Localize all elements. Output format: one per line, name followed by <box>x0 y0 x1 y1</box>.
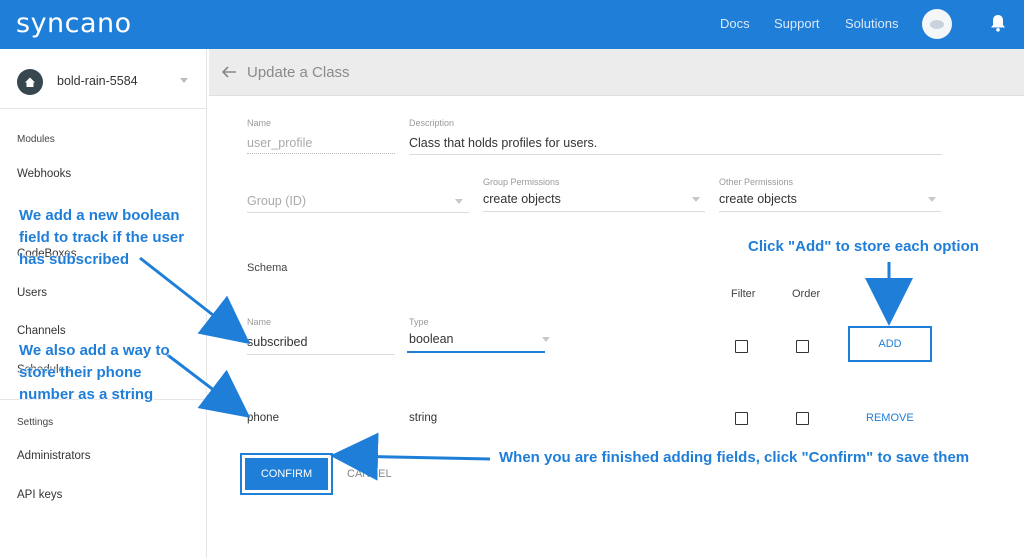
syncano-logo[interactable]: syncano <box>16 8 132 39</box>
new-field-type-underline <box>407 351 545 353</box>
sidebar-divider <box>0 108 207 109</box>
new-field-order-checkbox[interactable] <box>796 340 809 353</box>
group-permissions-dropdown-icon[interactable] <box>692 197 700 202</box>
new-field-name-label: Name <box>247 317 272 327</box>
other-permissions-label: Other Permissions <box>719 177 794 187</box>
annotation-confirm: When you are finished adding fields, cli… <box>499 449 970 466</box>
content-header: Update a Class <box>209 49 1024 96</box>
sidebar-item-api-keys[interactable]: API keys <box>17 489 62 501</box>
confirm-button[interactable]: CONFIRM <box>245 458 328 490</box>
home-icon[interactable] <box>17 69 43 95</box>
page-title: Update a Class <box>247 64 350 81</box>
add-field-button[interactable]: ADD <box>848 326 932 362</box>
top-bar: syncano Docs Support Solutions <box>0 0 1024 49</box>
field-type-phone: string <box>409 412 438 424</box>
bell-icon[interactable] <box>989 13 1007 33</box>
new-field-type-select[interactable]: boolean <box>409 332 454 346</box>
back-arrow-icon[interactable] <box>221 64 237 80</box>
arrow-to-confirm-button <box>330 432 491 481</box>
remove-field-button[interactable]: REMOVE <box>866 412 914 424</box>
sidebar-item-channels[interactable]: Channels <box>17 325 66 337</box>
nav-docs-link[interactable]: Docs <box>720 16 750 31</box>
sidebar-heading-settings: Settings <box>17 417 54 428</box>
sidebar-heading-modules: Modules <box>17 134 55 145</box>
group-permissions-underline <box>483 211 705 212</box>
group-id-select[interactable]: Group (ID) <box>247 194 306 208</box>
new-field-name-input[interactable]: subscribed <box>247 335 307 349</box>
description-label: Description <box>409 118 455 128</box>
sidebar-item-users[interactable]: Users <box>17 287 47 299</box>
user-avatar[interactable] <box>922 9 952 39</box>
new-field-type-label: Type <box>409 317 429 327</box>
order-column-header: Order <box>792 288 821 300</box>
group-id-underline <box>247 212 469 213</box>
other-permissions-underline <box>719 211 941 212</box>
annotation-new-field: We add a new boolean field to track if t… <box>19 207 185 268</box>
instance-name[interactable]: bold-rain-5584 <box>57 74 138 88</box>
sidebar: bold-rain-5584 Modules Webhooks CodeBoxe… <box>0 49 207 558</box>
sidebar-item-webhooks[interactable]: Webhooks <box>17 168 71 180</box>
nav-solutions-link[interactable]: Solutions <box>845 16 898 31</box>
name-label: Name <box>247 118 272 128</box>
nav-support-link[interactable]: Support <box>774 16 820 31</box>
annotation-click-add: Click "Add" to store each option <box>748 238 979 255</box>
filter-column-header: Filter <box>731 288 756 300</box>
field-name-phone: phone <box>247 412 279 424</box>
group-permissions-label: Group Permissions <box>483 177 560 187</box>
new-field-type-dropdown-icon[interactable] <box>542 337 550 342</box>
sidebar-item-administrators[interactable]: Administrators <box>17 450 91 462</box>
name-field-underline <box>247 153 395 154</box>
schema-heading: Schema <box>247 262 288 274</box>
other-permissions-select[interactable]: create objects <box>719 192 797 206</box>
annotation-phone-field: We also add a way to store their phone n… <box>19 342 170 403</box>
group-id-dropdown-icon[interactable] <box>455 199 463 204</box>
other-permissions-dropdown-icon[interactable] <box>928 197 936 202</box>
description-field[interactable]: Class that holds profiles for users. <box>409 136 597 150</box>
phone-filter-checkbox[interactable] <box>735 412 748 425</box>
cancel-button[interactable]: CANCEL <box>347 468 392 480</box>
name-field: user_profile <box>247 136 313 150</box>
description-field-underline <box>409 154 942 155</box>
new-field-name-underline <box>247 354 395 355</box>
new-field-filter-checkbox[interactable] <box>735 340 748 353</box>
phone-order-checkbox[interactable] <box>796 412 809 425</box>
instance-dropdown-icon[interactable] <box>180 78 188 83</box>
group-permissions-select[interactable]: create objects <box>483 192 561 206</box>
